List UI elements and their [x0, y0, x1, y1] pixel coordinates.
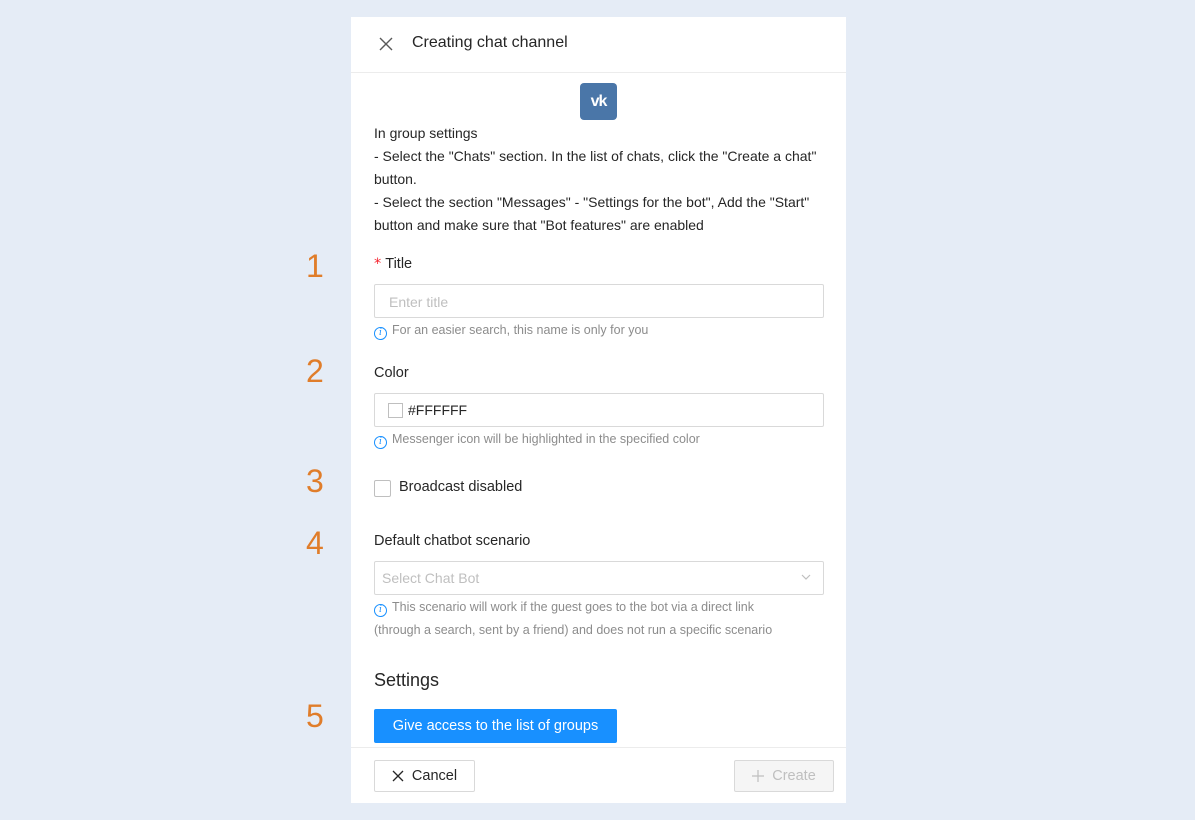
- chatbot-hint: i This scenario will work if the guest go…: [374, 596, 824, 642]
- chatbot-hint-line: (through a search, sent by a friend) and…: [374, 623, 773, 637]
- step-number-1: 1: [306, 248, 324, 284]
- broadcast-label[interactable]: Broadcast disabled: [399, 479, 522, 495]
- instructions-text: In group settings - Select the "Chats" s…: [374, 122, 824, 237]
- chatbot-select[interactable]: Select Chat Bot: [374, 561, 824, 595]
- create-channel-panel: Creating chat channel vk In group settin…: [351, 17, 846, 803]
- chevron-down-icon: [801, 574, 811, 580]
- color-hint: i Messenger icon will be highlighted in t…: [374, 428, 824, 451]
- info-icon: i: [374, 436, 387, 449]
- step-number-2: 2: [306, 353, 324, 389]
- step-number-4: 4: [306, 525, 324, 561]
- step-number-5: 5: [306, 698, 324, 734]
- chatbot-hint-line: This scenario will work if the guest goe…: [392, 600, 754, 614]
- cancel-button[interactable]: Cancel: [374, 760, 475, 792]
- title-input[interactable]: [387, 285, 811, 319]
- instructions-line: - Select the section "Messages" - "Setti…: [374, 194, 810, 233]
- page-title: Creating chat channel: [412, 34, 568, 51]
- give-access-groups-button[interactable]: Give access to the list of groups: [374, 709, 617, 743]
- step-number-3: 3: [306, 463, 324, 499]
- settings-heading: Settings: [374, 670, 440, 690]
- color-hint-text: Messenger icon will be highlighted in th…: [392, 432, 700, 446]
- plus-icon: [752, 770, 765, 782]
- info-icon: i: [374, 327, 387, 340]
- close-icon: [392, 770, 404, 782]
- create-button[interactable]: Create: [734, 760, 834, 792]
- panel-footer: Cancel Create: [351, 747, 846, 804]
- title-label-text: Title: [385, 256, 413, 272]
- instructions-line: In group settings: [374, 125, 478, 141]
- color-swatch[interactable]: [388, 403, 403, 418]
- instructions-line: - Select the "Chats" section. In the lis…: [374, 148, 817, 187]
- chatbot-label: Default chatbot scenario: [374, 533, 531, 549]
- required-mark: *: [374, 256, 382, 272]
- chatbot-select-placeholder: Select Chat Bot: [382, 570, 480, 586]
- title-hint: i For an easier search, this name is only…: [374, 319, 824, 342]
- broadcast-checkbox[interactable]: [374, 480, 391, 497]
- color-label: Color: [374, 365, 409, 381]
- close-icon[interactable]: [377, 35, 395, 53]
- title-field[interactable]: [374, 284, 824, 319]
- create-label: Create: [772, 768, 816, 784]
- panel-header: Creating chat channel: [351, 17, 846, 73]
- vk-logo-icon: vk: [580, 83, 617, 120]
- info-icon: i: [374, 604, 387, 617]
- title-label: * Title: [374, 256, 412, 272]
- title-hint-text: For an easier search, this name is only …: [392, 323, 649, 337]
- color-field[interactable]: #FFFFFF: [374, 393, 824, 427]
- cancel-label: Cancel: [411, 768, 458, 784]
- color-value: #FFFFFF: [408, 402, 468, 418]
